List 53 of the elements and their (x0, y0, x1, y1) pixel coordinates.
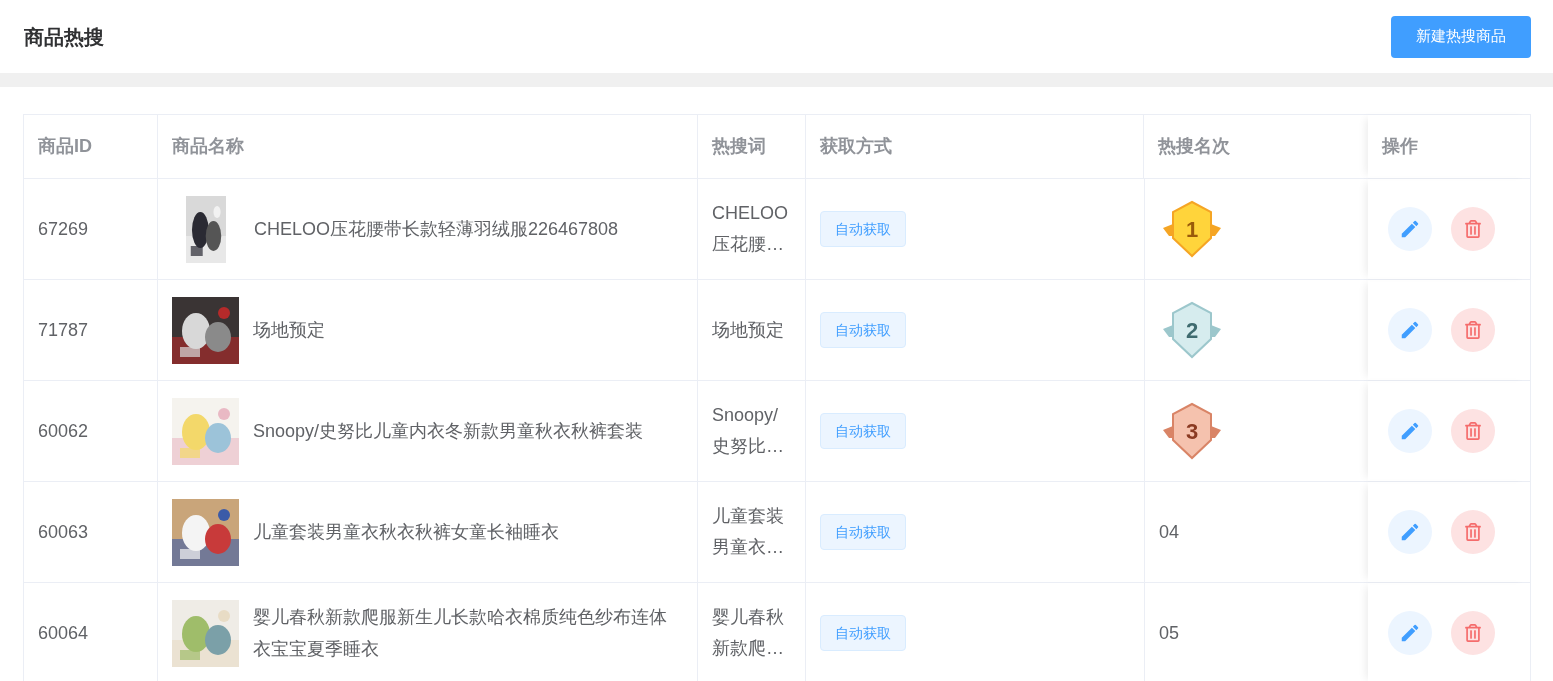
source-tag: 自动获取 (820, 413, 906, 449)
edit-button[interactable] (1388, 611, 1432, 655)
page-title: 商品热搜 (24, 24, 104, 50)
rank-number: 2 (1184, 316, 1200, 345)
column-header: 热搜名次 (1158, 135, 1230, 158)
product-name: 婴儿春秋新款爬服新生儿长款哈衣棉质纯色纱布连体衣宝宝夏季睡衣 (253, 606, 668, 661)
delete-button[interactable] (1451, 510, 1495, 554)
table-cell-text: 场地预定 (712, 318, 784, 342)
table-cell-text: 儿童套装男童衣… (712, 505, 785, 559)
table-cell-text: CHELOO压花腰… (712, 202, 790, 256)
product-name: 场地预定 (253, 319, 325, 342)
column-header: 热搜词 (712, 135, 766, 158)
edit-icon (1399, 420, 1421, 442)
edit-icon (1399, 218, 1421, 240)
edit-button[interactable] (1388, 207, 1432, 251)
source-tag: 自动获取 (820, 211, 906, 247)
delete-button[interactable] (1451, 611, 1495, 655)
table-cell-text: 60064 (38, 621, 89, 645)
trash-icon (1464, 422, 1482, 440)
rank-text: 05 (1159, 621, 1180, 645)
trash-icon (1464, 624, 1482, 642)
column-header: 商品ID (38, 135, 92, 158)
create-button[interactable]: 新建热搜商品 (1391, 15, 1531, 58)
delete-button[interactable] (1451, 207, 1495, 251)
table-cell-text: 婴儿春秋新款爬… (712, 606, 785, 660)
trash-icon (1464, 523, 1482, 541)
edit-button[interactable] (1388, 308, 1432, 352)
column-header: 操作 (1382, 135, 1418, 158)
rank-text: 04 (1159, 520, 1180, 544)
trash-icon (1464, 220, 1482, 238)
delete-button[interactable] (1451, 308, 1495, 352)
edit-button[interactable] (1388, 409, 1432, 453)
table-cell-text: 67269 (38, 217, 89, 241)
column-header: 商品名称 (172, 135, 244, 158)
product-name: 儿童套装男童衣秋衣秋裤女童长袖睡衣 (253, 521, 559, 544)
source-tag: 自动获取 (820, 514, 906, 550)
source-tag: 自动获取 (820, 312, 906, 348)
rank-number: 1 (1184, 215, 1200, 244)
edit-icon (1399, 622, 1421, 644)
trash-icon (1464, 321, 1482, 339)
edit-icon (1399, 521, 1421, 543)
rank-number: 3 (1184, 417, 1200, 446)
table-cell-text: 71787 (38, 318, 89, 342)
column-header: 获取方式 (820, 135, 892, 158)
product-name: CHELOO压花腰带长款轻薄羽绒服226467808 (254, 218, 619, 241)
edit-icon (1399, 319, 1421, 341)
table-cell-text: Snoopy/史努比… (712, 404, 785, 458)
edit-button[interactable] (1388, 510, 1432, 554)
source-tag: 自动获取 (820, 615, 906, 651)
table-cell-text: 60063 (38, 520, 89, 544)
delete-button[interactable] (1451, 409, 1495, 453)
table-cell-text: 60062 (38, 419, 89, 443)
product-name: Snoopy/史努比儿童内衣冬新款男童秋衣秋裤套装 (253, 420, 644, 443)
